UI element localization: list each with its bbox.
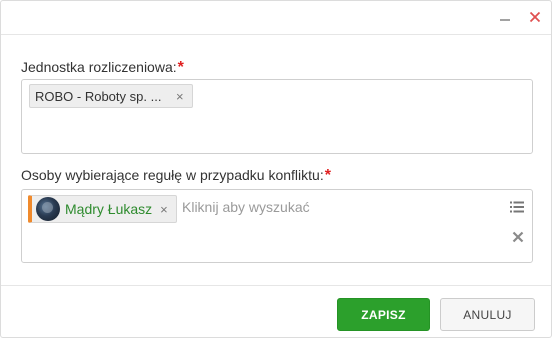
required-mark: * [324,167,331,184]
list-icon[interactable] [510,201,524,213]
selected-chip-person: Mądry Łukasz × [28,195,177,223]
save-button[interactable]: ZAPISZ [337,298,430,331]
avatar [36,197,60,221]
chip-label: ROBO - Roboty sp. ... [35,88,162,104]
billing-unit-label: Jednostka rozliczeniowa:* [21,59,184,77]
conflict-persons-label-text: Osoby wybierające regułę w przypadku kon… [21,167,324,183]
close-button[interactable] [525,7,545,27]
selected-chip-billing-unit: ROBO - Roboty sp. ... × [29,84,193,108]
dialog: Jednostka rozliczeniowa:* ROBO - Roboty … [0,0,552,338]
chip-remove-button[interactable]: × [160,202,168,217]
billing-unit-label-text: Jednostka rozliczeniowa: [21,59,177,75]
search-placeholder[interactable]: Kliknij aby wyszukać [182,199,310,215]
dialog-footer: ZAPISZ ANULUJ [1,285,551,338]
required-mark: * [177,59,184,76]
conflict-persons-select[interactable]: Mądry Łukasz × Kliknij aby wyszukać [21,189,533,263]
billing-unit-select[interactable]: ROBO - Roboty sp. ... × [21,79,533,154]
clear-icon[interactable] [512,231,524,243]
close-icon [529,11,541,23]
cancel-button[interactable]: ANULUJ [440,298,535,331]
dialog-titlebar [1,1,551,35]
minimize-icon [500,19,510,21]
chip-label: Mądry Łukasz [65,201,153,217]
chip-remove-button[interactable]: × [176,89,184,104]
conflict-persons-label: Osoby wybierające regułę w przypadku kon… [21,167,331,185]
minimize-button[interactable] [495,7,515,27]
